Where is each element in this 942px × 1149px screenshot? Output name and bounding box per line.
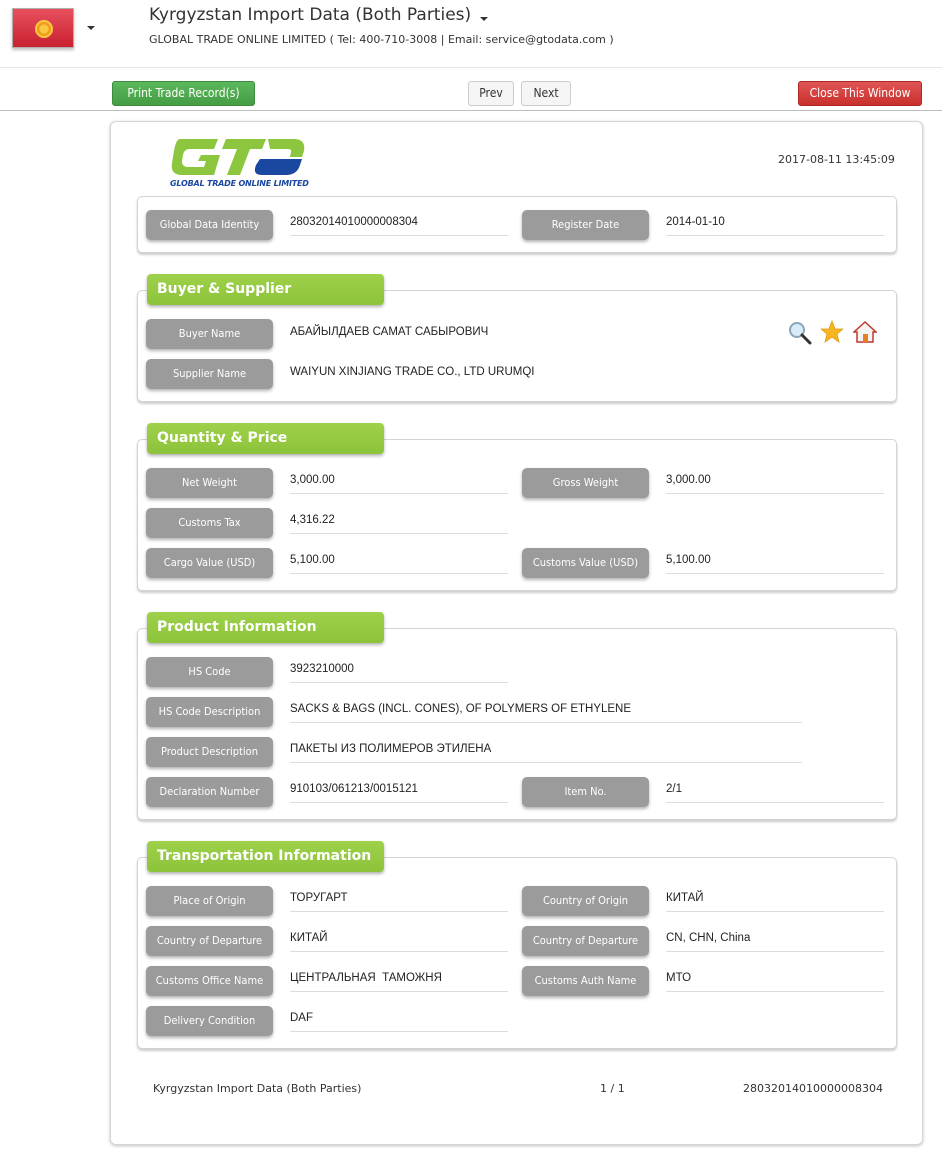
hs-code-description-label: HS Code Description [146,697,273,727]
hs-code-label: HS Code [146,657,273,687]
cargo-value-label: Cargo Value (USD) [146,548,273,578]
customs-auth-name-label: Customs Auth Name [522,966,649,996]
company-contact: GLOBAL TRADE ONLINE LIMITED ( Tel: 400-7… [149,33,614,46]
gross-weight-value: 3,000.00 [666,470,884,494]
prev-button[interactable]: Prev [468,81,514,106]
top-header: Kyrgyzstan Import Data (Both Parties) GL… [0,0,942,68]
country-of-origin-value: КИТАЙ [666,888,884,912]
customs-office-name-label: Customs Office Name [146,966,273,996]
delivery-condition-label: Delivery Condition [146,1006,273,1036]
gross-weight-label: Gross Weight [522,468,649,498]
item-no-label: Item No. [522,777,649,807]
declaration-number-value: 910103/061213/0015121 [290,779,508,803]
logo-caption: GLOBAL TRADE ONLINE LIMITED [170,179,309,188]
country-of-departure-label: Country of Departure [146,926,273,956]
close-window-button[interactable]: Close This Window [798,81,922,106]
declaration-number-label: Declaration Number [146,777,273,807]
buyer-name-label: Buyer Name [146,319,273,349]
country-flag-icon[interactable] [12,8,74,48]
hs-code-value: 3923210000 [290,659,508,683]
buyer-supplier-section-title: Buyer & Supplier Information [147,274,384,328]
country-of-departure-code-label: Country of Departure [522,926,649,956]
cargo-value-value: 5,100.00 [290,550,508,574]
register-date-label: Register Date [522,210,649,240]
home-icon[interactable] [852,320,878,344]
footer-dataset-name: Kyrgyzstan Import Data (Both Parties) [153,1082,362,1095]
flag-sun-emblem [35,20,53,38]
star-icon[interactable] [819,319,845,344]
customs-auth-name-value: МТО [666,968,884,992]
customs-tax-label: Customs Tax [146,508,273,538]
next-button[interactable]: Next [521,81,571,106]
item-no-value: 2/1 [666,779,884,803]
customs-office-name-value: ЦЕНТРАЛЬНАЯ ТАМОЖНЯ [290,968,508,992]
global-data-identity-value: 28032014010000008304 [290,212,508,236]
hs-code-description-value: SACKS & BAGS (INCL. CONES), OF POLYMERS … [290,699,802,723]
net-weight-value: 3,000.00 [290,470,508,494]
transportation-section-title: Transportation Information [147,841,384,872]
title-dropdown-icon[interactable] [480,17,488,21]
delivery-condition-value: DAF [290,1008,508,1032]
quantity-price-section-title: Quantity & Price Information [147,423,384,477]
chevron-down-icon[interactable] [87,26,95,30]
register-date-value: 2014-01-10 [666,212,884,236]
country-of-departure-code-value: CN, CHN, China [666,928,884,952]
customs-value-value: 5,100.00 [666,550,884,574]
print-button[interactable]: Print Trade Record(s) [112,81,255,106]
customs-tax-value: 4,316.22 [290,510,508,534]
product-section-title: Product Information [147,612,384,643]
country-of-departure-value: КИТАЙ [290,928,508,952]
place-of-origin-value: ТОРУГАРТ [290,888,508,912]
place-of-origin-label: Place of Origin [146,886,273,916]
global-data-identity-label: Global Data Identity [146,210,273,240]
supplier-name-label: Supplier Name [146,359,273,389]
supplier-name-value: WAIYUN XINJIANG TRADE CO., LTD URUMQI [290,366,535,378]
country-of-origin-label: Country of Origin [522,886,649,916]
footer-page-number: 1 / 1 [600,1082,625,1095]
print-timestamp: 2017-08-11 13:45:09 [778,153,895,166]
gto-logo: GLOBAL TRADE ONLINE LIMITED [170,135,310,191]
product-description-label: Product Description [146,737,273,767]
buyer-name-value: АБАЙЫЛДАЕВ САМАТ САБЫРОВИЧ [290,326,489,338]
net-weight-label: Net Weight [146,468,273,498]
gto-logo-icon [171,139,305,175]
product-description-value: ПАКЕТЫ ИЗ ПОЛИМЕРОВ ЭТИЛЕНА [290,739,802,763]
footer-record-id: 28032014010000008304 [743,1082,883,1095]
page-title: Kyrgyzstan Import Data (Both Parties) [149,5,472,25]
toolbar: Print Trade Record(s) Prev Next Close Th… [0,69,942,111]
search-icon[interactable] [788,321,812,345]
customs-value-label: Customs Value (USD) [522,548,649,578]
